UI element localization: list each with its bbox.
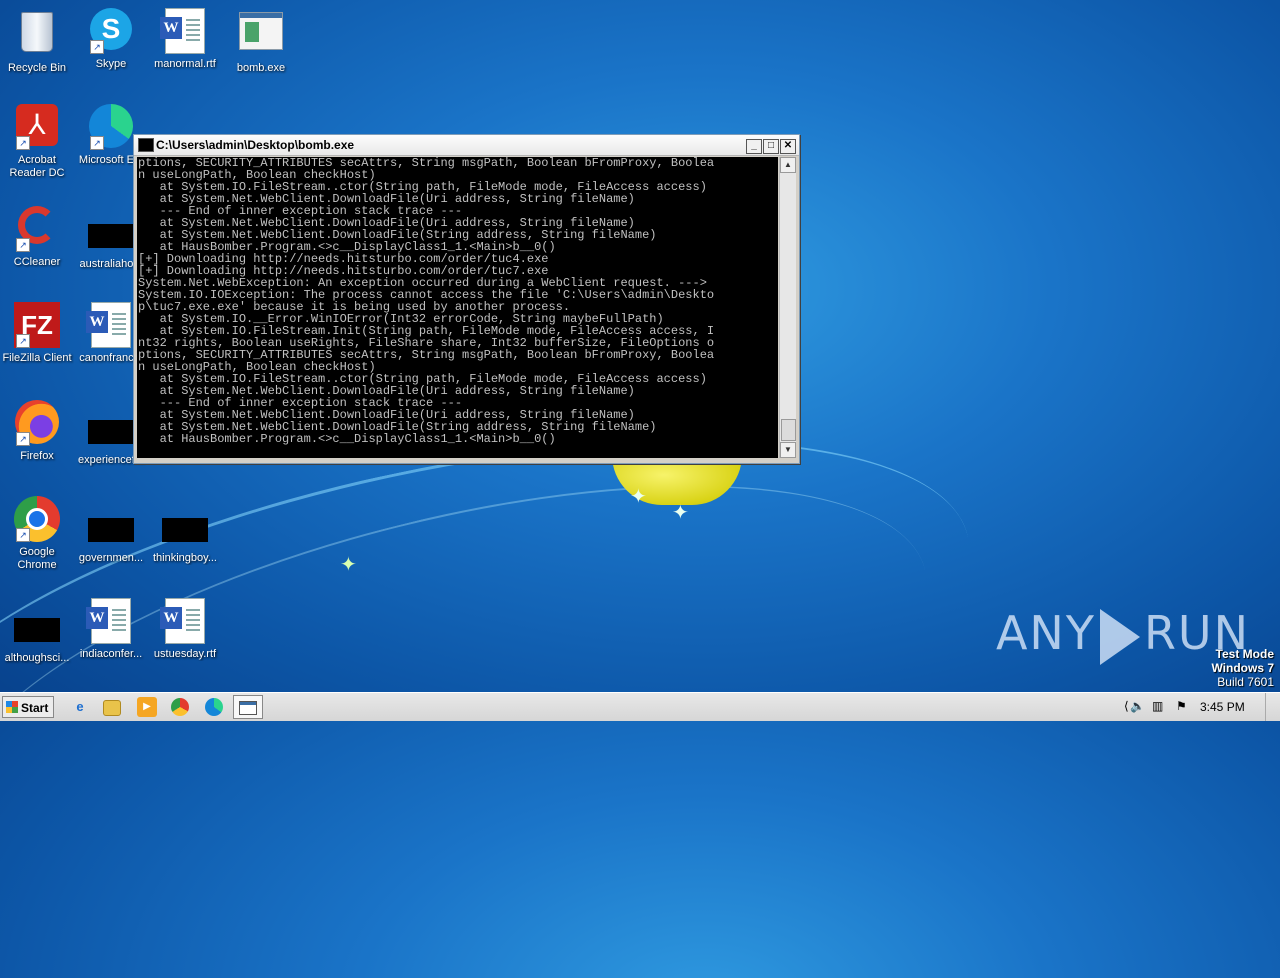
icon-label: Firefox [20,450,54,462]
chrome-icon: ↗ [14,496,60,542]
test-mode-line: Test Mode [1215,647,1274,661]
test-mode-notice: Test Mode Windows 7 Build 7601 [1211,647,1274,689]
maximize-button[interactable]: □ [763,139,779,154]
watermark-text-any: ANY [995,606,1096,660]
icon-label: Skype [95,58,127,70]
skype-icon: S ↗ [88,8,134,54]
media-player-icon[interactable]: ▶ [137,697,157,717]
taskbar: Start e ▶ ⟨ 🔈 ▥ ⚑ 3:45 PM [0,692,1280,721]
file-explorer-icon[interactable] [103,700,121,716]
vertical-scrollbar[interactable]: ▲ ▼ [779,157,796,458]
windows-logo-icon [6,701,18,713]
scroll-up-arrow-icon[interactable]: ▲ [780,157,796,173]
icon-label: thinkingboy... [152,552,217,564]
icon-label: Acrobat Reader DC [9,154,65,179]
console-output-text: ptions, SECURITY_ATTRIBUTES secAttrs, St… [138,157,715,446]
network-icon[interactable]: ▥ [1152,699,1163,713]
tray-arrow-icon[interactable]: ⟨ [1124,699,1129,713]
icon-label: Google Chrome [17,546,57,571]
desktop-icon-firefox[interactable]: ↗ Firefox [0,400,74,463]
volume-icon[interactable]: 🔈 [1130,699,1145,713]
scrollbar-thumb[interactable] [781,419,796,441]
scroll-down-arrow-icon[interactable]: ▼ [780,442,796,458]
wallpaper-sparkle: ✦ [340,554,357,576]
desktop-icon-governmen[interactable]: governmen... [74,506,148,565]
file-icon [14,618,60,642]
console-window[interactable]: C:\Users\admin\Desktop\bomb.exe _ □ ✕ ptio… [133,134,800,464]
play-icon [1099,608,1140,665]
desktop-icon-althoughsci[interactable]: althoughsci... [0,604,74,665]
console-app-icon [138,138,154,152]
action-center-flag-icon[interactable]: ⚑ [1176,699,1187,713]
close-button[interactable]: ✕ [780,139,796,154]
show-desktop-button[interactable] [1265,693,1280,721]
file-icon [162,518,208,542]
build-line: Build 7601 [1217,675,1274,689]
icon-label: CCleaner [13,256,61,268]
desktop-icon-bomb-exe[interactable]: bomb.exe [224,8,298,75]
chrome-taskbar-icon[interactable] [171,698,189,716]
icon-label: indiaconfer... [79,648,143,660]
acrobat-icon: ⅄ ↗ [14,104,60,150]
ccleaner-icon: ↗ [14,206,60,252]
internet-explorer-icon[interactable]: e [70,697,90,717]
desktop-icon-ustuesday[interactable]: W ustuesday.rtf [148,598,222,661]
desktop-icon-indiaconfer[interactable]: W indiaconfer... [74,598,148,661]
word-document-icon: W [160,598,208,644]
icon-label: manormal.rtf [154,58,216,70]
minimize-button[interactable]: _ [746,139,762,154]
word-document-icon: W [86,302,134,348]
windows-version-line: Windows 7 [1211,661,1274,675]
console-title-bar[interactable]: C:\Users\admin\Desktop\bomb.exe _ □ ✕ [134,135,799,156]
desktop-icon-ccleaner[interactable]: ↗ CCleaner [0,204,74,269]
desktop-icon-recycle-bin[interactable]: Recycle Bin [0,8,74,75]
firefox-icon: ↗ [14,400,60,446]
recycle-bin-icon [14,12,60,58]
desktop-icon-thinkingboy[interactable]: thinkingboy... [148,506,222,565]
icon-label: bomb.exe [236,62,286,74]
word-document-icon: W [86,598,134,644]
edge-taskbar-icon[interactable] [205,698,223,716]
icon-label: Recycle Bin [7,62,67,74]
executable-icon [238,12,284,58]
desktop-icon-skype[interactable]: S ↗ Skype [74,8,148,71]
start-label: Start [21,701,49,715]
filezilla-icon: FZ ↗ [14,302,60,348]
taskbar-console-button[interactable] [233,695,263,719]
edge-icon: ↗ [88,104,134,150]
start-button[interactable]: Start [2,696,54,718]
console-output-area[interactable]: ptions, SECURITY_ATTRIBUTES secAttrs, St… [137,157,778,458]
wallpaper-sparkle: ✦ [672,502,689,524]
wallpaper-sparkle: ✦ [630,486,647,508]
icon-label: ustuesday.rtf [153,648,217,660]
desktop-icon-acrobat[interactable]: ⅄ ↗ Acrobat Reader DC [0,104,74,180]
desktop-icon-filezilla[interactable]: FZ ↗ FileZilla Client [0,302,74,365]
taskbar-clock[interactable]: 3:45 PM [1200,700,1245,714]
icon-label: althoughsci... [4,652,70,664]
icon-label: governmen... [78,552,144,564]
file-icon [88,224,134,248]
icon-label: FileZilla Client [2,352,72,364]
file-icon [88,420,134,444]
window-title: C:\Users\admin\Desktop\bomb.exe [156,138,355,152]
desktop-icon-chrome[interactable]: ↗ Google Chrome [0,496,74,572]
word-document-icon: W [160,8,208,54]
file-icon [88,518,134,542]
desktop-icon-manormal[interactable]: W manormal.rtf [148,8,222,71]
